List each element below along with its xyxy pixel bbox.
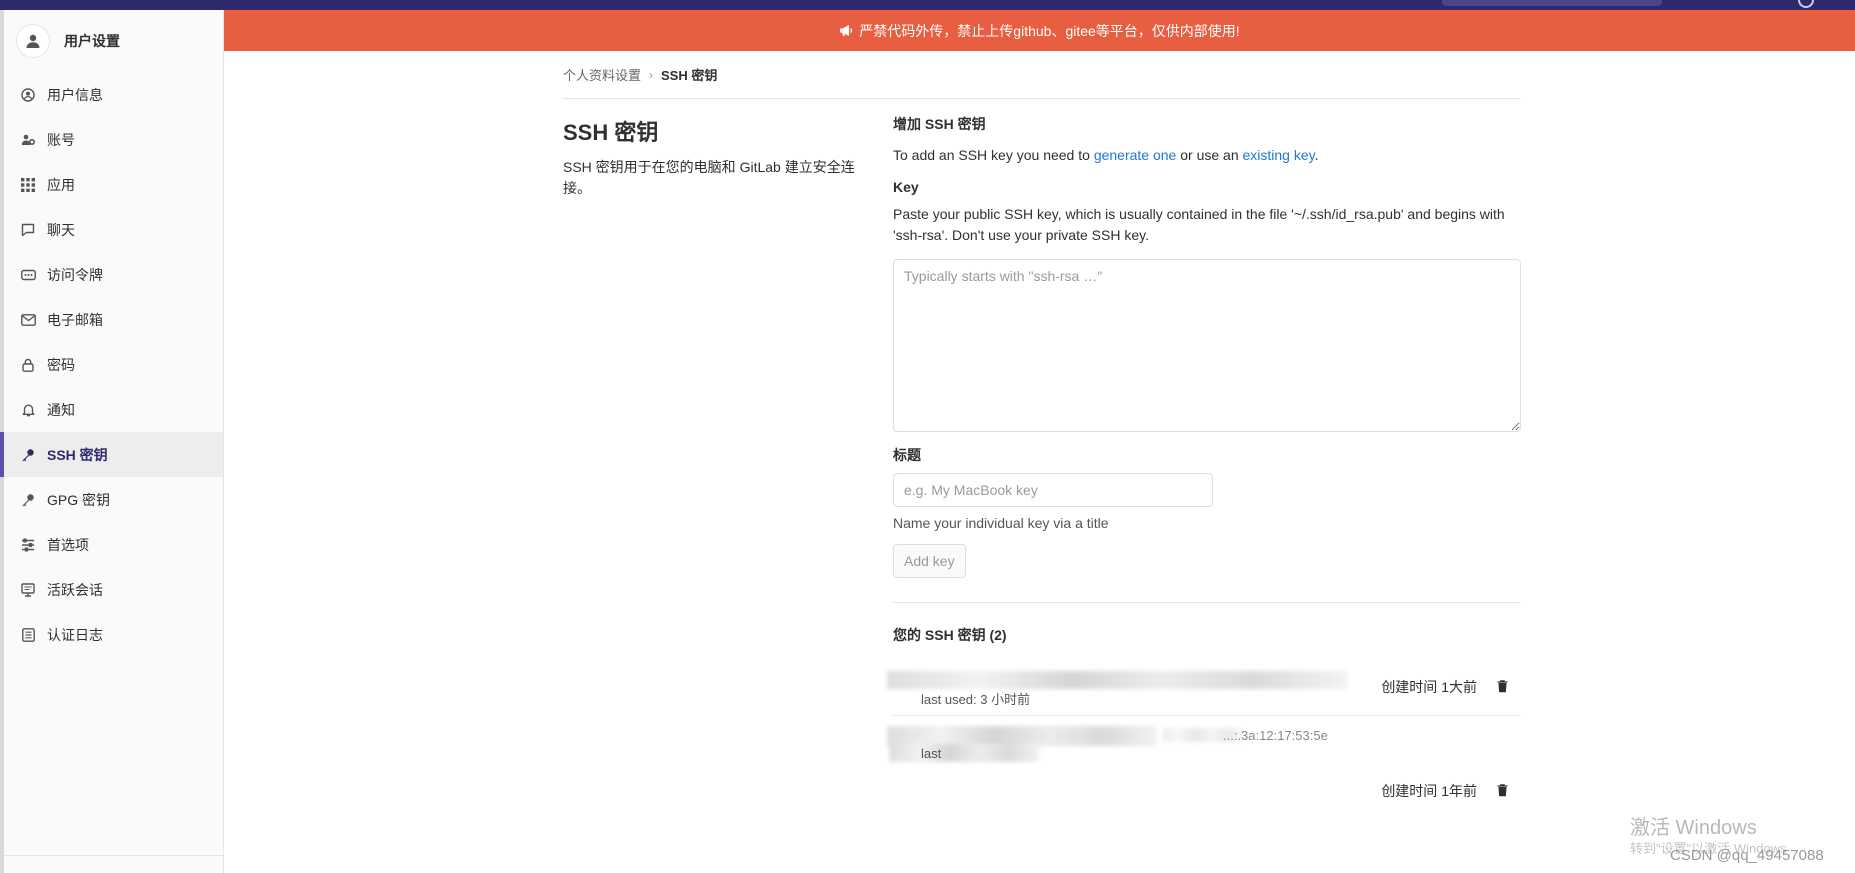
existing-key-link[interactable]: existing key (1243, 147, 1315, 163)
main-content: 个人资料设置 › SSH 密钥 SSH 密钥 SSH 密钥用于在您的电脑和 Gi… (563, 51, 1521, 799)
search-box[interactable] (1442, 0, 1662, 6)
sidebar-item-emails[interactable]: 电子邮箱 (4, 297, 223, 342)
breadcrumb-current: SSH 密钥 (661, 68, 718, 83)
sidebar-item-label: 活跃会话 (47, 581, 103, 598)
sidebar-item-label: 应用 (47, 176, 75, 193)
title-label: 标题 (893, 447, 921, 463)
sidebar-item-ssh-keys[interactable]: SSH 密钥 (0, 432, 223, 477)
chevron-right-icon: › (649, 67, 654, 82)
sidebar-item-active-sessions[interactable]: 活跃会话 (4, 567, 223, 612)
applications-icon (20, 177, 36, 193)
instructions-text-before: To add an SSH key you need to (893, 147, 1094, 163)
sidebar-item-profile[interactable]: 用户信息 (4, 72, 223, 117)
ssh-key-row[interactable]: last used: 3 小时前 创建时间 1大前 (887, 657, 1521, 715)
sidebar-header[interactable]: 用户设置 (4, 10, 223, 72)
sidebar-item-label: 认证日志 (47, 626, 103, 643)
sidebar-item-label: 访问令牌 (47, 266, 103, 283)
ssh-key-row[interactable]: ...:.3a:12:17:53:5e last 创建时间 1年前 (887, 715, 1521, 805)
bell-icon (20, 402, 36, 418)
key-textarea[interactable] (893, 259, 1521, 432)
token-icon (20, 267, 36, 283)
redacted-key-details (889, 744, 1039, 762)
sidebar-item-label: 通知 (47, 401, 75, 418)
user-avatar-icon (16, 24, 50, 58)
sidebar-item-access-tokens[interactable]: 访问令牌 (4, 252, 223, 297)
breadcrumb-link-profile-settings[interactable]: 个人资料设置 (563, 65, 641, 84)
instructions-text-middle: or use an (1176, 147, 1243, 163)
add-key-heading: 增加 SSH 密钥 (893, 116, 986, 132)
lock-icon (20, 357, 36, 373)
sidebar-item-auth-log[interactable]: 认证日志 (4, 612, 223, 657)
csdn-credit-watermark: CSDN @qq_49457088 (1670, 847, 1824, 864)
sidebar-item-label: 密码 (47, 356, 75, 373)
windows-activation-watermark: 激活 Windows (1630, 817, 1757, 839)
sidebar-footer (4, 855, 224, 873)
settings-sidebar: 用户设置 用户信息 账号 应用 聊天 访问令牌 电子邮箱 密码 通知 SSH 密… (0, 10, 224, 873)
trash-icon[interactable] (1495, 782, 1509, 798)
title-help-text: Name your individual key via a title (893, 515, 1109, 531)
title-input[interactable] (893, 473, 1213, 507)
key-label: Key (893, 179, 919, 195)
sidebar-item-chat[interactable]: 聊天 (4, 207, 223, 252)
sidebar-item-label: GPG 密钥 (47, 491, 111, 508)
account-icon (20, 132, 36, 148)
monitor-icon (20, 582, 36, 598)
key-created-time: 创建时间 1年前 (1381, 783, 1477, 799)
generate-one-link[interactable]: generate one (1094, 147, 1177, 163)
sidebar-item-label: 首选项 (47, 536, 89, 553)
key-icon (20, 492, 36, 508)
intro-section: SSH 密钥 SSH 密钥用于在您的电脑和 GitLab 建立安全连接。 (563, 115, 863, 199)
chat-icon (20, 222, 36, 238)
sidebar-item-applications[interactable]: 应用 (4, 162, 223, 207)
profile-icon (20, 87, 36, 103)
section-divider (893, 602, 1521, 603)
sidebar-item-gpg-keys[interactable]: GPG 密钥 (4, 477, 223, 522)
breadcrumb: 个人资料设置 › SSH 密钥 (563, 51, 1521, 99)
sidebar-item-password[interactable]: 密码 (4, 342, 223, 387)
key-created-time: 创建时间 1大前 (1381, 679, 1477, 695)
key-last-used: last used: 3 小时前 (921, 692, 1031, 707)
sidebar-item-label: 账号 (47, 131, 75, 148)
sidebar-item-label: 聊天 (47, 221, 75, 238)
sidebar-item-notifications[interactable]: 通知 (4, 387, 223, 432)
sidebar-menu: 用户信息 账号 应用 聊天 访问令牌 电子邮箱 密码 通知 SSH 密钥 GPG… (0, 72, 223, 657)
page-title: SSH 密钥 (563, 120, 659, 145)
key-icon (20, 447, 36, 463)
banner-text: 严禁代码外传，禁止上传github、gitee等平台，仅供内部使用! (859, 22, 1240, 39)
add-ssh-key-section: 增加 SSH 密钥 To add an SSH key you need to … (887, 114, 1521, 805)
sidebar-item-account[interactable]: 账号 (4, 117, 223, 162)
sidebar-item-label: 电子邮箱 (47, 311, 103, 328)
key-fingerprint: ...:.3a:12:17:53:5e (1223, 728, 1328, 743)
instructions-text-after: . (1314, 147, 1319, 163)
mail-icon (20, 312, 36, 328)
add-key-instructions: To add an SSH key you need to generate o… (893, 145, 1521, 166)
your-keys-heading: 您的 SSH 密钥 (2) (893, 627, 1007, 643)
top-navbar (0, 0, 1855, 10)
sidebar-item-label: SSH 密钥 (47, 446, 108, 463)
sidebar-item-label: 用户信息 (47, 86, 103, 103)
page-description: SSH 密钥用于在您的电脑和 GitLab 建立安全连接。 (563, 159, 855, 196)
redacted-key-title (887, 726, 1157, 746)
key-last-used: last (921, 746, 942, 761)
warning-banner: 严禁代码外传，禁止上传github、gitee等平台，仅供内部使用! (224, 10, 1855, 51)
user-avatar-icon[interactable] (1798, 0, 1814, 8)
trash-icon[interactable] (1495, 678, 1509, 694)
log-icon (20, 627, 36, 643)
ssh-key-list: last used: 3 小时前 创建时间 1大前 ...:.3a:12:17:… (887, 657, 1521, 805)
sidebar-item-preferences[interactable]: 首选项 (4, 522, 223, 567)
preferences-icon (20, 537, 36, 553)
redacted-key-title (887, 671, 1347, 689)
key-help-text: Paste your public SSH key, which is usua… (893, 206, 1505, 243)
sidebar-title: 用户设置 (64, 33, 120, 49)
add-key-button[interactable]: Add key (893, 544, 966, 578)
megaphone-icon (839, 24, 853, 37)
